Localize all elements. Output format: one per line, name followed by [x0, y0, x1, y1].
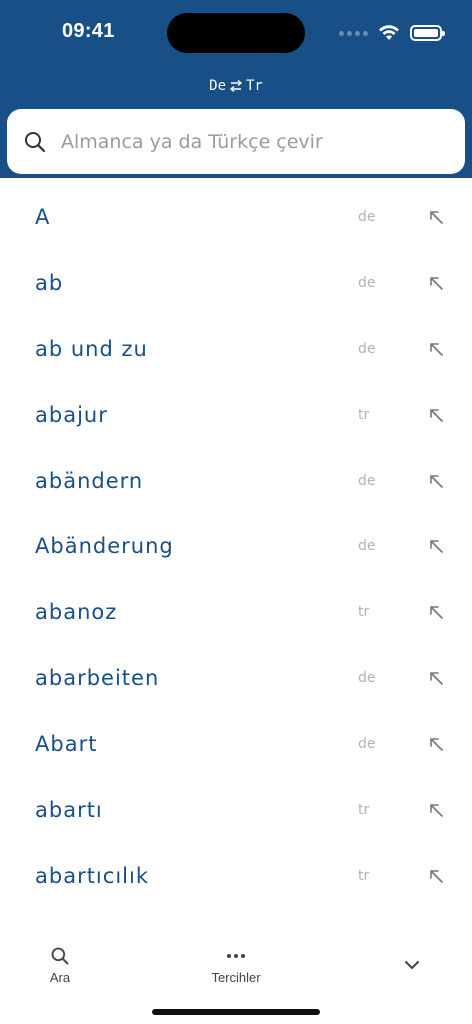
result-row[interactable]: abanoz tr: [0, 579, 472, 645]
result-word: abanoz: [35, 600, 118, 625]
arrow-up-left-icon[interactable]: [426, 734, 446, 754]
result-lang-tag: tr: [358, 801, 370, 818]
result-lang-tag: tr: [358, 406, 370, 423]
result-lang-tag: de: [358, 538, 376, 555]
search-icon: [51, 947, 69, 965]
result-lang-tag: de: [358, 670, 376, 687]
arrow-up-left-icon[interactable]: [426, 471, 446, 491]
result-row[interactable]: ab de: [0, 250, 472, 316]
result-lang-tag: de: [358, 274, 376, 291]
swap-arrows-icon: [229, 79, 243, 93]
result-word: ab: [35, 270, 64, 295]
status-time: 09:41: [62, 20, 115, 42]
result-word: abajur: [35, 402, 108, 427]
result-lang-tag: de: [358, 472, 376, 489]
tab-preferences[interactable]: Tercihler: [196, 946, 276, 985]
result-row[interactable]: abarbeiten de: [0, 645, 472, 711]
result-word: ab und zu: [35, 336, 148, 361]
arrow-up-left-icon[interactable]: [426, 536, 446, 556]
arrow-up-left-icon[interactable]: [426, 866, 446, 886]
arrow-up-left-icon[interactable]: [426, 273, 446, 293]
app-header: 09:41 De Tr: [0, 0, 472, 178]
results-list: Ade ab de ab und zu de abajur tr abändern de Abän…: [0, 184, 472, 909]
result-row[interactable]: abartı tr: [0, 777, 472, 843]
result-lang-tag: tr: [358, 867, 370, 884]
status-icons: [339, 22, 445, 44]
search-input[interactable]: [61, 130, 441, 153]
tab-preferences-label: Tercihler: [211, 970, 261, 985]
result-row[interactable]: Ade: [0, 184, 472, 250]
arrow-up-left-icon[interactable]: [426, 602, 446, 622]
lang-left-label: De: [209, 78, 226, 94]
result-word: Abart: [35, 732, 98, 757]
battery-icon: [410, 25, 445, 41]
search-bar[interactable]: [7, 109, 465, 174]
result-row[interactable]: abartıcılık tr: [0, 843, 472, 909]
more-dots-icon: [196, 946, 276, 966]
result-lang-tag: de: [358, 340, 376, 357]
result-row[interactable]: ab und zu de: [0, 316, 472, 382]
tab-search-label: Ara: [49, 970, 71, 985]
result-row[interactable]: Abart de: [0, 711, 472, 777]
result-word: A: [35, 204, 51, 229]
result-word: abarbeiten: [35, 666, 160, 691]
result-lang-tag: de: [358, 736, 376, 753]
arrow-up-left-icon[interactable]: [426, 668, 446, 688]
result-lang-tag: de: [358, 208, 376, 225]
lang-right-label: Tr: [246, 78, 263, 94]
tab-search[interactable]: Ara: [40, 946, 80, 985]
result-word: Abänderung: [35, 534, 174, 559]
result-row[interactable]: abajur tr: [0, 382, 472, 448]
result-word: abartıcılık: [35, 863, 149, 888]
arrow-up-left-icon[interactable]: [426, 207, 446, 227]
result-row[interactable]: abändern de: [0, 448, 472, 514]
wifi-icon: [379, 25, 399, 40]
arrow-up-left-icon[interactable]: [426, 800, 446, 820]
result-row[interactable]: Abänderung de: [0, 513, 472, 579]
dynamic-island: [167, 13, 305, 53]
arrow-up-left-icon[interactable]: [426, 339, 446, 359]
search-icon: [25, 131, 46, 152]
language-toggle[interactable]: De Tr: [0, 78, 472, 94]
result-word: abartı: [35, 797, 103, 822]
arrow-up-left-icon[interactable]: [426, 405, 446, 425]
cellular-signal-icon: [339, 30, 368, 36]
chevron-down-icon[interactable]: [403, 958, 421, 972]
result-lang-tag: tr: [358, 604, 370, 621]
result-word: abändern: [35, 468, 144, 493]
home-indicator: [152, 1009, 320, 1015]
